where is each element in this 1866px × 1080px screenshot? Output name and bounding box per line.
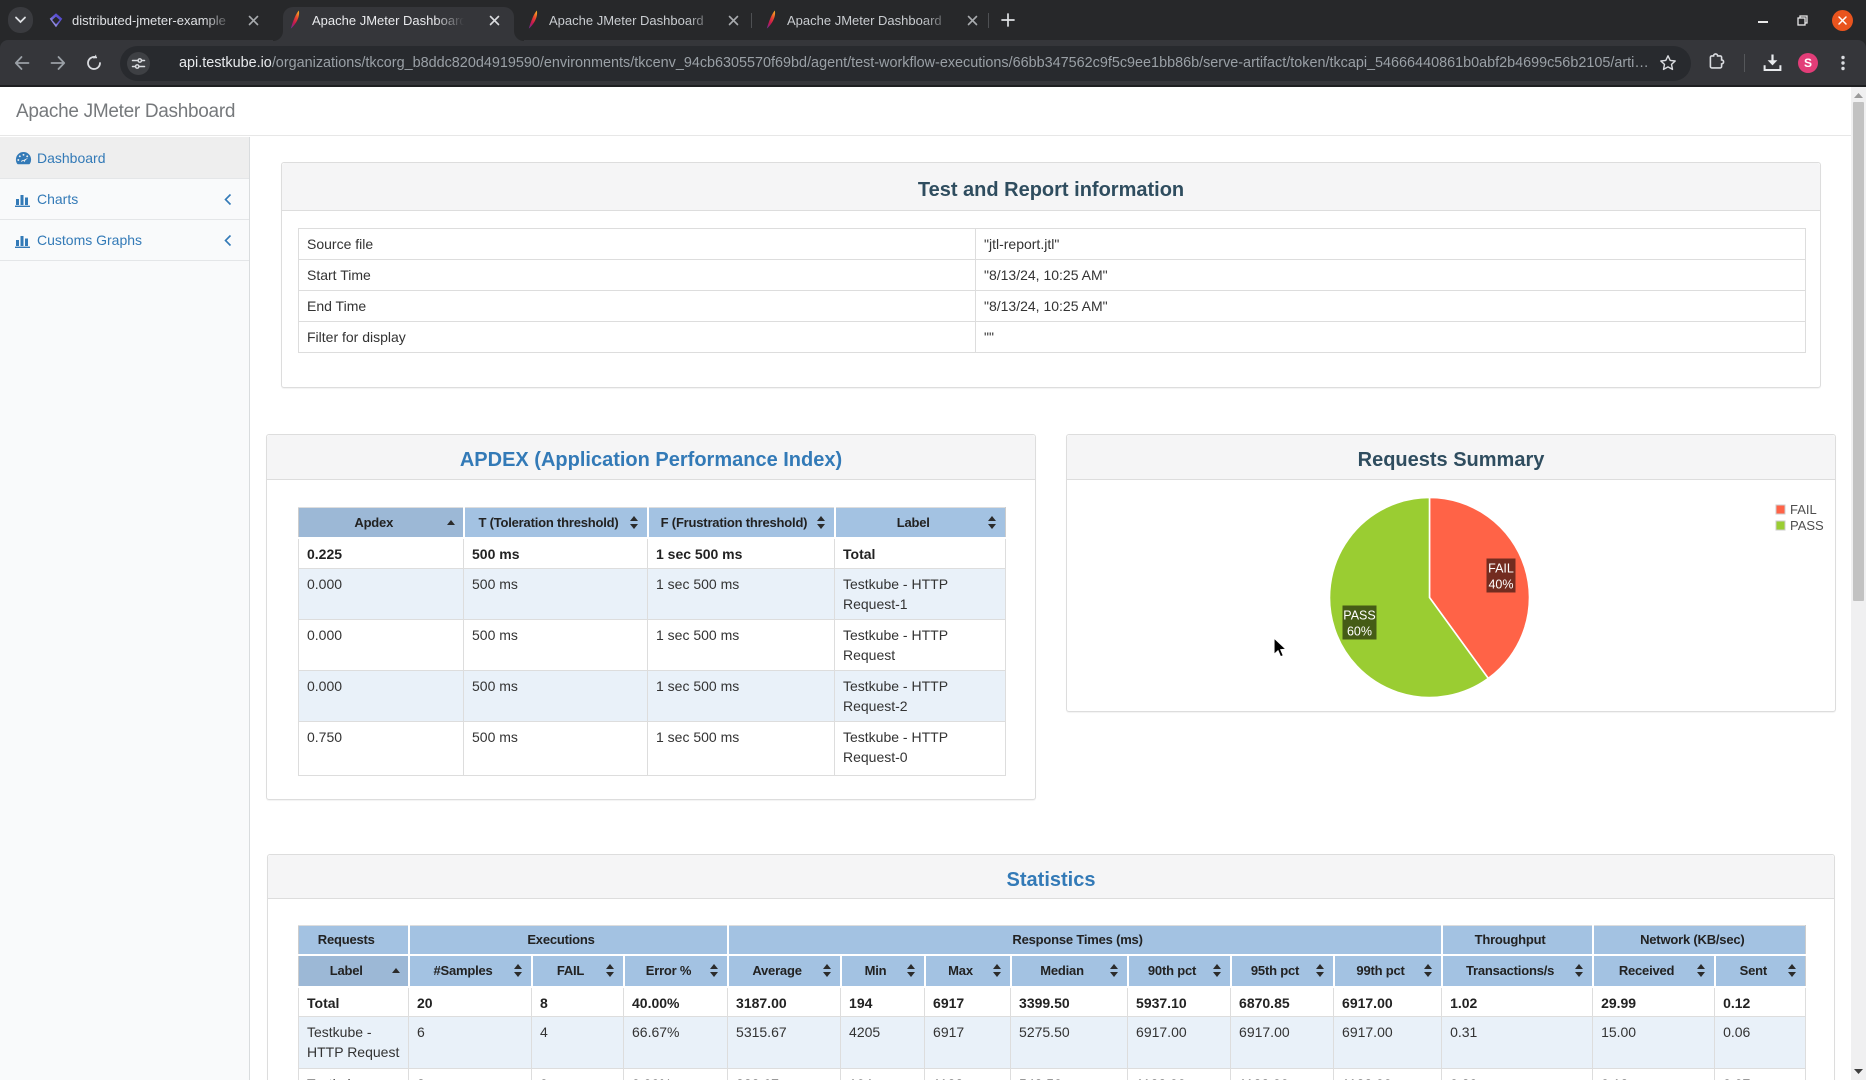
svg-text:PASS: PASS bbox=[1343, 609, 1375, 623]
svg-text:40%: 40% bbox=[1488, 578, 1513, 592]
svg-text:PASS: PASS bbox=[1790, 518, 1824, 533]
svg-text:60%: 60% bbox=[1347, 625, 1372, 639]
svg-text:FAIL: FAIL bbox=[1488, 562, 1514, 576]
svg-text:FAIL: FAIL bbox=[1790, 502, 1817, 517]
